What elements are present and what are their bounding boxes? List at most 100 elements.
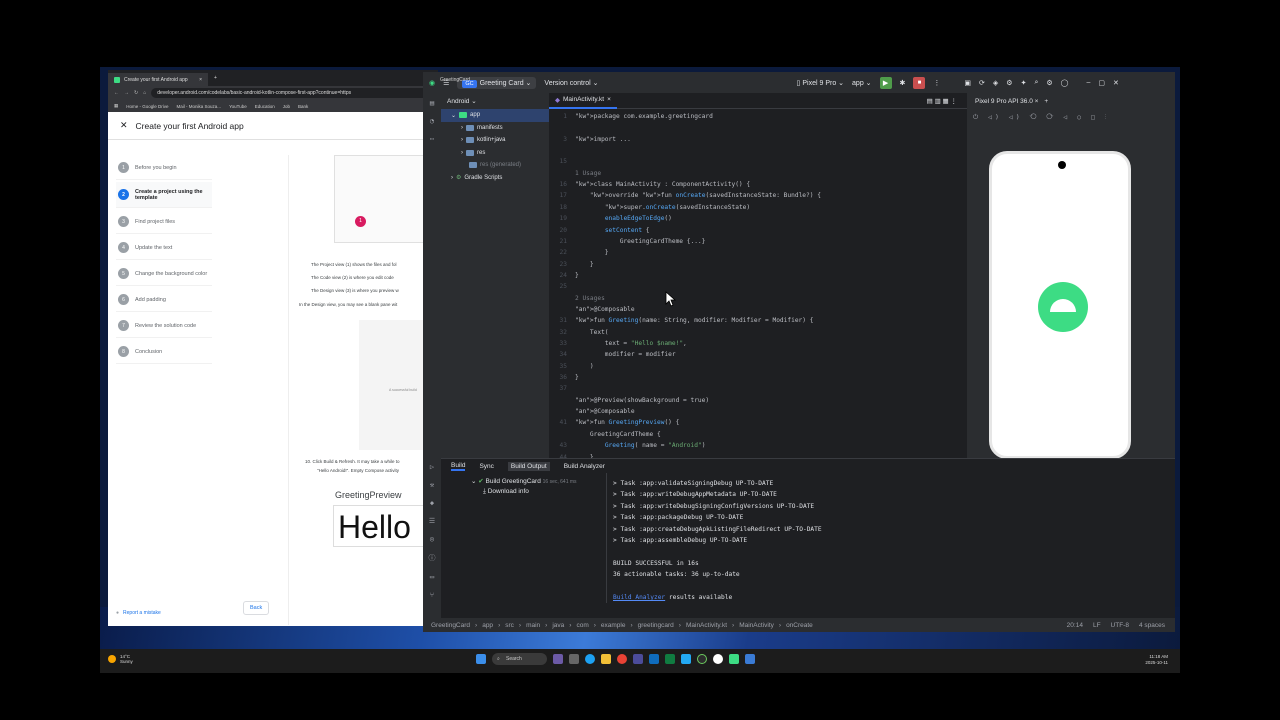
url-input[interactable]: developer.android.com/codelabs/basic-and… — [151, 88, 434, 98]
search-icon[interactable]: ⌕ — [1034, 79, 1038, 87]
code-editor[interactable]: ◆ MainActivity.kt × ▤ ▥ ▦ ⋮ 1 "kw">package … — [549, 93, 967, 461]
file-explorer-icon[interactable] — [601, 654, 611, 664]
weather-widget[interactable]: 14°C Sunny — [108, 654, 133, 664]
debug-icon[interactable]: ✱ — [900, 79, 906, 87]
breadcrumb-item[interactable]: example — [601, 622, 626, 629]
breadcrumb-item[interactable]: GreetingCard — [431, 622, 470, 629]
close-icon[interactable]: ✕ — [120, 120, 128, 131]
device-selector[interactable]: ▯ Pixel 9 Pro ⌄ — [797, 79, 844, 87]
profiler-icon[interactable]: ◈ — [993, 79, 998, 87]
close-tab-icon[interactable]: × — [199, 77, 202, 83]
back-arrow-icon[interactable]: ← — [114, 90, 119, 96]
commit-tool-icon[interactable]: ◔ — [430, 117, 434, 125]
device-tab[interactable]: Pixel 9 Pro API 36.0 × — [975, 98, 1038, 105]
report-mistake[interactable]: ● Report a mistake — [116, 610, 161, 616]
app-inspection-icon[interactable]: ◎ — [430, 535, 434, 543]
status-indent[interactable]: 4 spaces — [1139, 622, 1165, 629]
bookmark-item[interactable]: Home - Google Drive — [126, 104, 168, 109]
tree-item-app[interactable]: ⌄ app — [441, 109, 549, 122]
breadcrumb-item[interactable]: onCreate — [786, 622, 813, 629]
build-output-console[interactable]: > Task :app:validateSigningDebug UP-TO-D… — [613, 478, 1153, 603]
run-config-selector[interactable]: app ⌄ — [852, 79, 872, 87]
breadcrumb-item[interactable]: src — [505, 622, 514, 629]
gemini-icon[interactable]: ✦ — [1021, 79, 1027, 87]
store-icon[interactable] — [633, 654, 643, 664]
build-tool-icon[interactable]: ⚒ — [430, 481, 434, 489]
tree-item-res-generated[interactable]: res (generated) — [441, 159, 549, 172]
bookmark-item[interactable]: Bank — [298, 104, 308, 109]
report-mistake-link[interactable]: Report a mistake — [123, 610, 161, 616]
tree-item-manifests[interactable]: › manifests — [441, 122, 549, 135]
bookmark-item[interactable]: Education — [255, 104, 275, 109]
stop-button[interactable]: ■ — [913, 76, 926, 89]
more-icon[interactable]: ⋮ — [933, 79, 940, 87]
download-info-node[interactable]: ⤓ Download info — [471, 488, 611, 496]
breadcrumb-item[interactable]: MainActivity.kt — [686, 622, 727, 629]
sdk-icon[interactable]: ⚙ — [1006, 79, 1012, 87]
build-node[interactable]: ⌄ ✔ Build GreetingCard 16 sec, 641 ms — [471, 477, 611, 485]
close-window-icon[interactable]: ✕ — [1113, 79, 1119, 87]
system-clock[interactable]: 11:18 AM 2025-10-11 — [1145, 654, 1168, 666]
bookmark-item[interactable]: Job — [283, 104, 290, 109]
reload-icon[interactable]: ↻ — [134, 90, 138, 96]
maximize-icon[interactable]: ▢ — [1098, 79, 1105, 87]
apps-icon[interactable]: ▦ — [114, 103, 118, 109]
tab-build-output[interactable]: Build Output — [507, 461, 550, 471]
outlook-icon[interactable] — [649, 654, 659, 664]
breadcrumb-item[interactable]: java — [552, 622, 564, 629]
breadcrumb-item[interactable]: com — [576, 622, 588, 629]
close-tab-icon[interactable]: × — [607, 96, 611, 103]
excel-icon[interactable] — [665, 654, 675, 664]
sync-icon[interactable]: ⟳ — [979, 79, 985, 87]
back-button[interactable]: Back — [243, 601, 270, 615]
more-tools-icon[interactable]: ⋯ — [430, 135, 434, 143]
taskbar-search[interactable]: ⌕ Search — [492, 653, 547, 665]
minimize-icon[interactable]: – — [1087, 79, 1091, 86]
step-item[interactable]: 4 Update the text — [116, 236, 212, 260]
step-item[interactable]: 5 Change the background color — [116, 262, 212, 286]
widgets-icon[interactable] — [553, 654, 563, 664]
status-lf[interactable]: LF — [1093, 622, 1101, 629]
project-view-selector[interactable]: Android ⌄ — [441, 93, 549, 109]
step-item[interactable]: 6 Add padding — [116, 288, 212, 312]
android-studio-taskbar-icon[interactable] — [729, 654, 739, 664]
edge-icon[interactable] — [585, 654, 595, 664]
git-icon[interactable]: ⑂ — [430, 591, 434, 599]
app-icon[interactable] — [745, 654, 755, 664]
breadcrumb-item[interactable]: main — [526, 622, 540, 629]
bookmark-item[interactable]: YouTube — [229, 104, 247, 109]
app-quality-icon[interactable]: ◆ — [430, 499, 434, 507]
problems-icon[interactable]: ⓘ — [429, 553, 436, 563]
browser-tab[interactable]: Create your first Android app × — [108, 73, 208, 86]
breadcrumb-item[interactable]: greetingcard — [638, 622, 674, 629]
project-tool-icon[interactable]: ▤ — [430, 99, 434, 107]
step-item[interactable]: 7 Review the solution code — [116, 314, 212, 338]
logcat-icon[interactable]: ☰ — [429, 517, 435, 525]
new-tab-icon[interactable]: + — [214, 75, 217, 81]
add-device-icon[interactable]: + — [1044, 98, 1048, 105]
editor-mode-icons[interactable]: ▤ ▥ ▦ ⋮ — [927, 97, 957, 105]
task-view-icon[interactable] — [569, 654, 579, 664]
tree-item-res[interactable]: › res — [441, 147, 549, 160]
chrome-icon[interactable] — [617, 654, 627, 664]
status-enc[interactable]: UTF-8 — [1111, 622, 1129, 629]
step-item[interactable]: 3 Find project files — [116, 210, 212, 234]
terminal-icon[interactable]: ▭ — [430, 573, 434, 581]
tab-mainactivity[interactable]: ◆ MainActivity.kt × — [549, 93, 617, 109]
run-button[interactable]: ▶ — [879, 76, 892, 89]
github-icon[interactable] — [713, 654, 723, 664]
step-item[interactable]: 1 Before you begin — [116, 156, 212, 180]
phone-emulator[interactable] — [989, 151, 1131, 459]
step-item[interactable]: 8 Conclusion — [116, 340, 212, 364]
tab-build[interactable]: Build — [451, 462, 466, 471]
home-icon[interactable]: ⌂ — [143, 90, 146, 96]
start-icon[interactable] — [476, 654, 486, 664]
run-tool-icon[interactable]: ▷ — [430, 463, 434, 471]
device-manager-icon[interactable]: ▣ — [964, 79, 971, 87]
emulator-toolbar[interactable]: ⏻ ◁) ◁) ⟲ ⟳ ◁ ○ □ ⋮ — [973, 113, 1109, 122]
settings-icon[interactable]: ⚙ — [1046, 79, 1052, 87]
account-icon[interactable]: ◯ — [1061, 79, 1069, 87]
vcs-menu[interactable]: Version control ⌄ — [544, 79, 598, 87]
forward-arrow-icon[interactable]: → — [124, 90, 129, 96]
xbox-icon[interactable] — [697, 654, 707, 664]
